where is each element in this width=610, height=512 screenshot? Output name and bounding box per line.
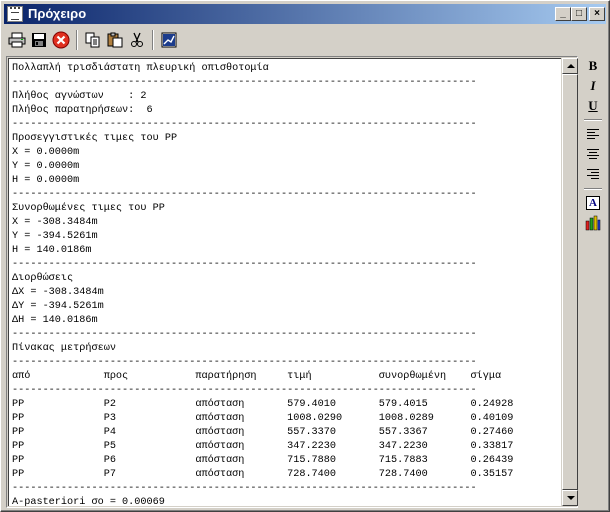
separator-line: ----------------------------------------… [12,483,477,494]
format-sidebar: B I U A [581,56,606,276]
scroll-up-button[interactable] [562,58,578,74]
close-red-icon[interactable] [50,29,72,51]
text-line: H = 140.0186m [12,245,92,256]
text-line: ΔH = 140.0186m [12,315,98,326]
text-line: ΔY = -394.5261m [12,301,104,312]
bold-button[interactable]: B [583,56,603,76]
text-line: Πλήθος παρατηρήσεων: 6 [12,105,153,116]
separator-line: ----------------------------------------… [12,77,477,88]
text-line: X = -308.3484m [12,217,98,228]
text-line: A-pasteriori σο = 0.00069 [12,497,165,506]
text-line: PP P3 απόσταση 1008.0290 1008.0289 0.401… [12,413,514,424]
document-text[interactable]: Πολλαπλή τρισδιάστατη πλευρική οπισθοτομ… [9,59,561,506]
text-line: PP P5 απόσταση 347.2230 347.2230 0.33817 [12,441,514,452]
notepad-icon [7,6,23,22]
text-line: PP P4 απόσταση 557.3370 557.3367 0.27460 [12,427,514,438]
text-line: X = 0.0000m [12,147,80,158]
scroll-thumb[interactable] [562,74,578,490]
separator-line: ----------------------------------------… [12,329,477,340]
separator-line: ----------------------------------------… [12,189,477,200]
text-line: από προς παρατήρηση τιμή συνορθωμένη σίγ… [12,371,502,382]
text-line: Συνορθωμένες τιμες του PP [12,203,165,214]
toolbar-separator [152,30,154,50]
text-line: Πλήθος αγνώστων : 2 [12,91,147,102]
separator-line: ----------------------------------------… [12,357,477,368]
text-line: PP P2 απόσταση 579.4010 579.4015 0.24928 [12,399,514,410]
underline-button[interactable]: U [583,96,603,116]
text-line: Y = -394.5261m [12,231,98,242]
window-title: Πρόχειρο [28,6,87,21]
sidebar-separator [584,119,602,121]
cut-icon[interactable] [126,29,148,51]
align-left-icon[interactable] [583,124,603,144]
italic-button[interactable]: I [583,76,603,96]
text-line: ΔX = -308.3484m [12,287,104,298]
arrow-down-icon [567,496,575,500]
separator-line: ----------------------------------------… [12,259,477,270]
separator-line: ----------------------------------------… [12,385,477,396]
printer-icon[interactable] [6,29,28,51]
notepad-window: Πρόχειρο _ □ × Πολλαπλή τρισδιάστατη πλε… [0,0,610,512]
minimize-button[interactable]: _ [555,7,571,21]
text-line: PP P6 απόσταση 715.7880 715.7883 0.26439 [12,455,514,466]
vertical-scrollbar[interactable] [562,58,578,506]
close-button[interactable]: × [589,7,605,21]
scroll-down-button[interactable] [562,490,578,506]
text-area[interactable]: Πολλαπλή τρισδιάστατη πλευρική οπισθοτομ… [8,58,561,506]
toolbar-separator [76,30,78,50]
text-line: Διορθώσεις [12,273,74,284]
toolbar [4,26,606,54]
text-line: Προσεγγιστικές τιμες του PP [12,133,178,144]
sidebar-separator [584,188,602,190]
align-center-icon[interactable] [583,144,603,164]
text-line: Πολλαπλή τρισδιάστατη πλευρική οπισθοτομ… [12,63,269,74]
text-line: Y = 0.0000m [12,161,80,172]
text-line: PP P7 απόσταση 728.7400 728.7400 0.35157 [12,469,514,480]
separator-line: ----------------------------------------… [12,119,477,130]
editor-frame: Πολλαπλή τρισδιάστατη πλευρική οπισθοτομ… [6,56,578,508]
chart-bars-icon[interactable] [583,213,603,233]
paste-icon[interactable] [104,29,126,51]
arrow-up-icon [567,64,575,68]
align-right-icon[interactable] [583,164,603,184]
text-line: H = 0.0000m [12,175,80,186]
maximize-button[interactable]: □ [571,7,587,21]
font-color-label: A [586,196,600,210]
chart-icon[interactable] [158,29,180,51]
save-icon[interactable] [28,29,50,51]
text-line: Πίνακας μετρήσεων [12,343,116,354]
title-bar[interactable]: Πρόχειρο _ □ × [4,4,606,24]
font-color-button[interactable]: A [583,193,603,213]
copy-icon[interactable] [82,29,104,51]
